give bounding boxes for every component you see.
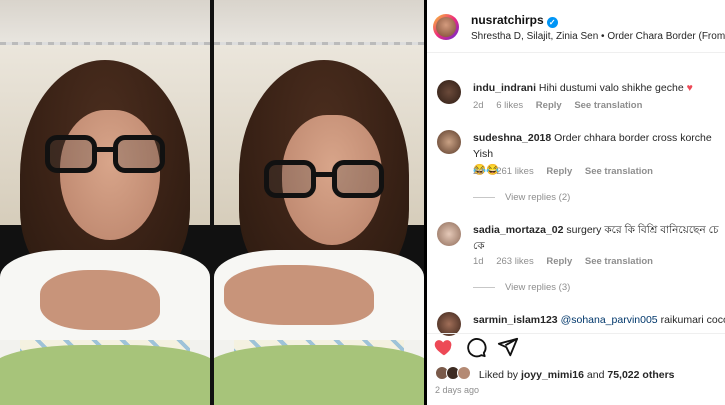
reply-button[interactable]: Reply — [546, 256, 572, 267]
commenter-avatar[interactable] — [437, 80, 461, 104]
like-heart-icon[interactable] — [433, 336, 455, 358]
comment-age: 2d — [473, 100, 484, 111]
see-translation-link[interactable]: See translation — [585, 256, 653, 267]
comment-meta: 2d 261 likes Reply See translation — [473, 166, 663, 177]
reply-button[interactable]: Reply — [546, 166, 572, 177]
likes-count[interactable]: 75,022 others — [607, 369, 674, 381]
divider-line — [473, 286, 495, 288]
comment-username[interactable]: sudeshna_2018 — [473, 132, 551, 144]
liker-avatar — [457, 366, 471, 380]
commenter-avatar[interactable] — [437, 130, 461, 154]
comment-age: 2d — [473, 166, 484, 177]
commenter-avatar[interactable] — [437, 222, 461, 246]
photo-frame-right — [214, 0, 424, 405]
share-icon[interactable] — [497, 336, 519, 358]
comment-meta: 1d 263 likes Reply See translation — [473, 256, 663, 267]
verified-badge-icon: ✓ — [546, 17, 558, 28]
post-header: nusratchirps ✓ Shrestha D, Silajit, Zinia… — [427, 0, 725, 53]
reply-button[interactable]: Reply — [536, 100, 562, 111]
post-media[interactable] — [0, 0, 424, 405]
comment-username[interactable]: sadia_mortaza_02 — [473, 224, 563, 236]
author-avatar[interactable] — [433, 14, 459, 40]
audio-credit[interactable]: Shrestha D, Silajit, Zinia Sen • Order C… — [471, 31, 725, 42]
comment-username[interactable]: indu_indrani — [473, 82, 536, 94]
mention-link[interactable]: @sohana_parvin005 — [561, 314, 658, 326]
comment-meta: 2d 6 likes Reply See translation — [473, 100, 652, 111]
photo-frame-left — [0, 0, 210, 405]
liker-username[interactable]: joyy_mimi16 — [521, 369, 584, 381]
see-translation-link[interactable]: See translation — [585, 166, 653, 177]
post-actions — [427, 333, 725, 364]
comment-likes[interactable]: 263 likes — [496, 256, 534, 267]
comment-likes[interactable]: 261 likes — [496, 166, 534, 177]
post-panel: nusratchirps ✓ Shrestha D, Silajit, Zinia… — [427, 0, 725, 405]
heart-emoji: ♥ — [686, 82, 693, 94]
comment-text: Hihi dustumi valo shikhe geche — [538, 82, 684, 94]
comment-text: raikumari coco l — [660, 314, 725, 326]
comment-username[interactable]: sarmin_islam123 — [473, 314, 558, 326]
post-timestamp: 2 days ago — [435, 385, 480, 395]
comment-icon[interactable] — [465, 336, 487, 358]
likes-summary[interactable]: Liked by joyy_mimi16 and 75,022 others — [435, 366, 675, 381]
divider-line — [473, 196, 495, 198]
comment-age: 1d — [473, 256, 484, 267]
see-translation-link[interactable]: See translation — [574, 100, 642, 111]
comment-likes[interactable]: 6 likes — [496, 100, 523, 111]
view-replies-link[interactable]: View replies (2) — [473, 192, 570, 203]
view-replies-link[interactable]: View replies (3) — [473, 282, 570, 293]
author-username[interactable]: nusratchirps ✓ — [471, 13, 558, 28]
